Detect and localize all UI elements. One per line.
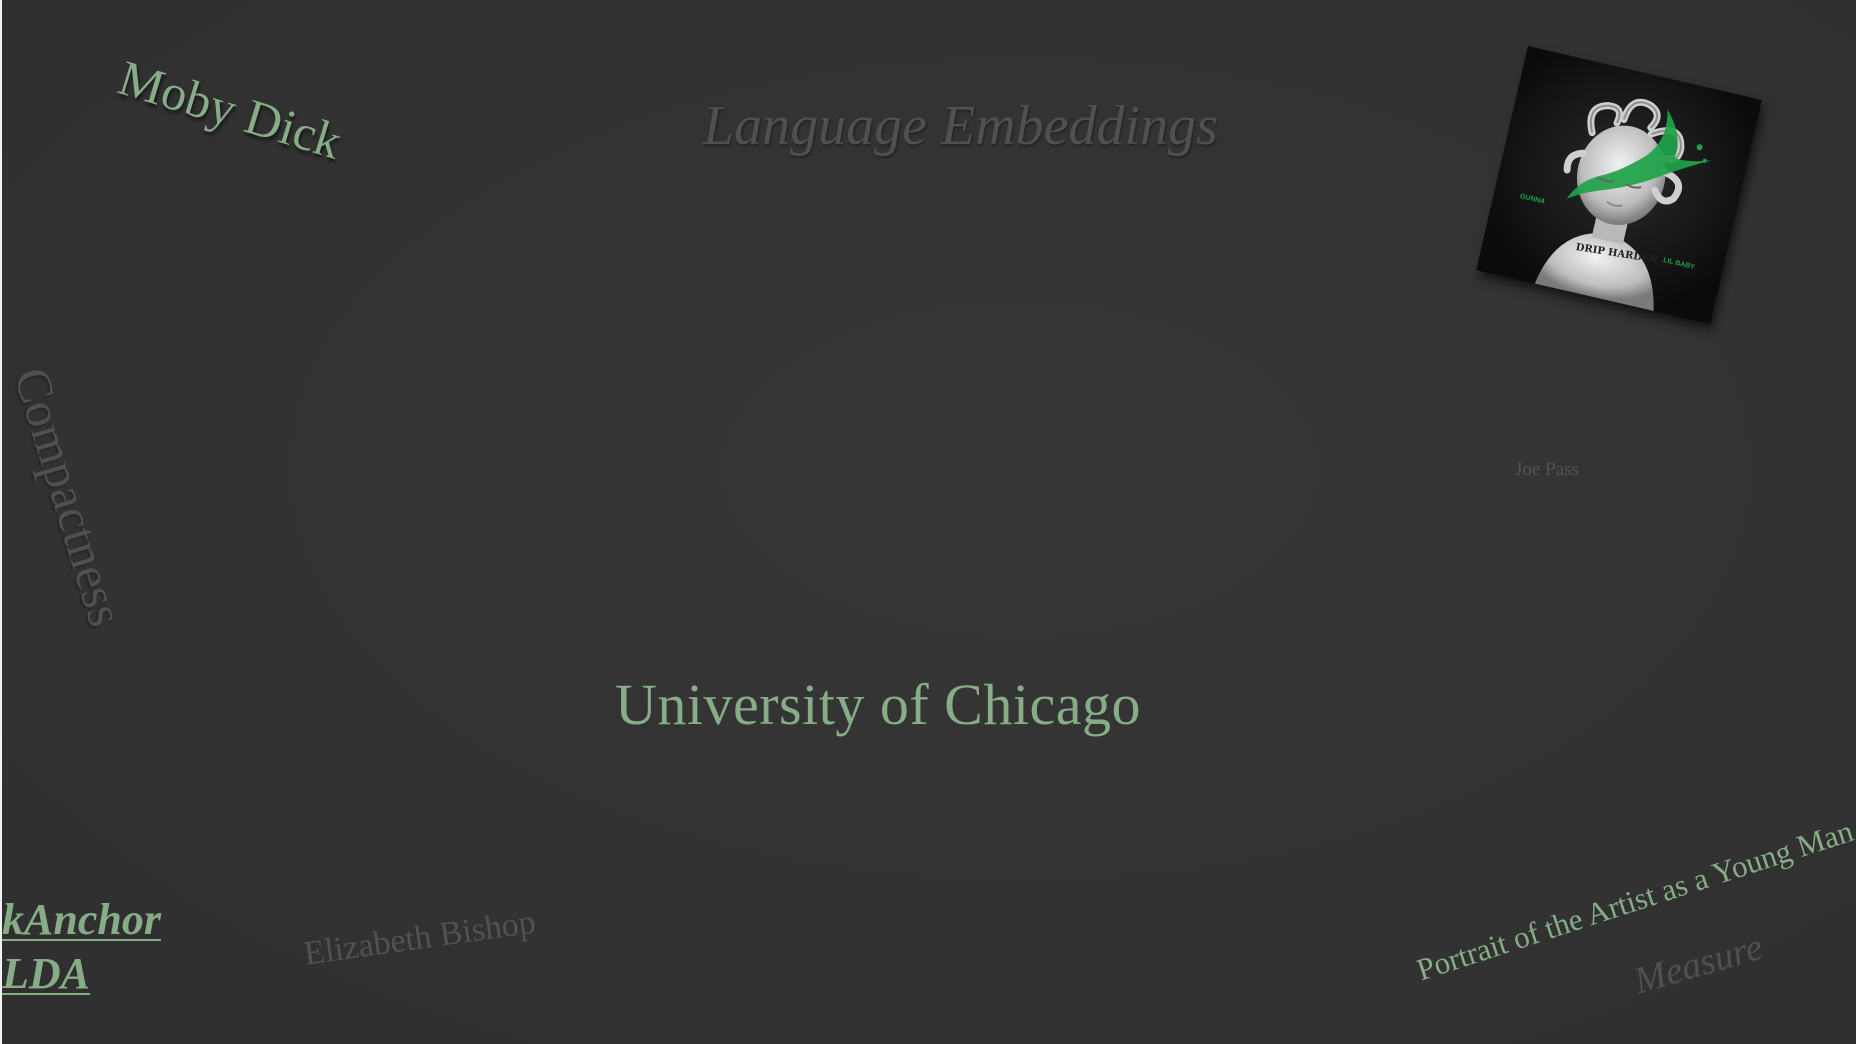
word-measure: Measure xyxy=(1629,925,1768,1003)
album-cover-image: GUNNA LIL BABY DRIP HARDER xyxy=(1476,46,1762,325)
word-moby-dick: Moby Dick xyxy=(112,49,349,170)
word-compactness: Compactness xyxy=(3,361,135,633)
album-cover-icon: GUNNA LIL BABY DRIP HARDER xyxy=(1476,46,1762,325)
word-university-of-chicago: University of Chicago xyxy=(615,672,1141,737)
word-joe-pass: Joe Pass xyxy=(1515,459,1579,480)
link-lda[interactable]: LDA xyxy=(2,947,161,1001)
link-list: kAnchor LDA xyxy=(2,893,161,1001)
left-edge-border xyxy=(0,0,2,1044)
word-language-embeddings: Language Embeddings xyxy=(703,95,1218,157)
word-elizabeth-bishop: Elizabeth Bishop xyxy=(301,903,538,973)
link-kanchor[interactable]: kAnchor xyxy=(2,893,161,947)
word-cloud-canvas: Moby Dick Language Embeddings Compactnes… xyxy=(0,0,1856,1044)
